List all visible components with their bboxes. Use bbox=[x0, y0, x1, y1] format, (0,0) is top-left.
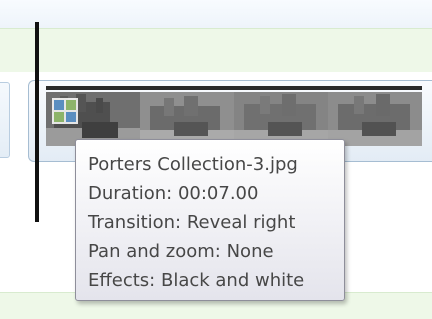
clip-progress-bar bbox=[46, 86, 422, 90]
timeline-track-top bbox=[0, 28, 432, 74]
tooltip-duration: Duration: 00:07.00 bbox=[88, 183, 259, 204]
tooltip-transition: Transition: Reveal right bbox=[88, 212, 296, 233]
tooltip-pan-zoom: Pan and zoom: None bbox=[88, 241, 274, 262]
clip-info-tooltip: Porters Collection-3.jpg Duration: 00:07… bbox=[75, 139, 345, 301]
clip-thumbnail-strip[interactable] bbox=[46, 92, 422, 146]
transition-icon[interactable] bbox=[52, 98, 78, 124]
timeline-playhead[interactable] bbox=[35, 22, 39, 222]
tooltip-effects: Effects: Black and white bbox=[88, 270, 305, 291]
tooltip-filename: Porters Collection-3.jpg bbox=[88, 154, 298, 175]
timeline-top-band bbox=[0, 0, 432, 28]
previous-clip-edge[interactable] bbox=[0, 82, 10, 158]
